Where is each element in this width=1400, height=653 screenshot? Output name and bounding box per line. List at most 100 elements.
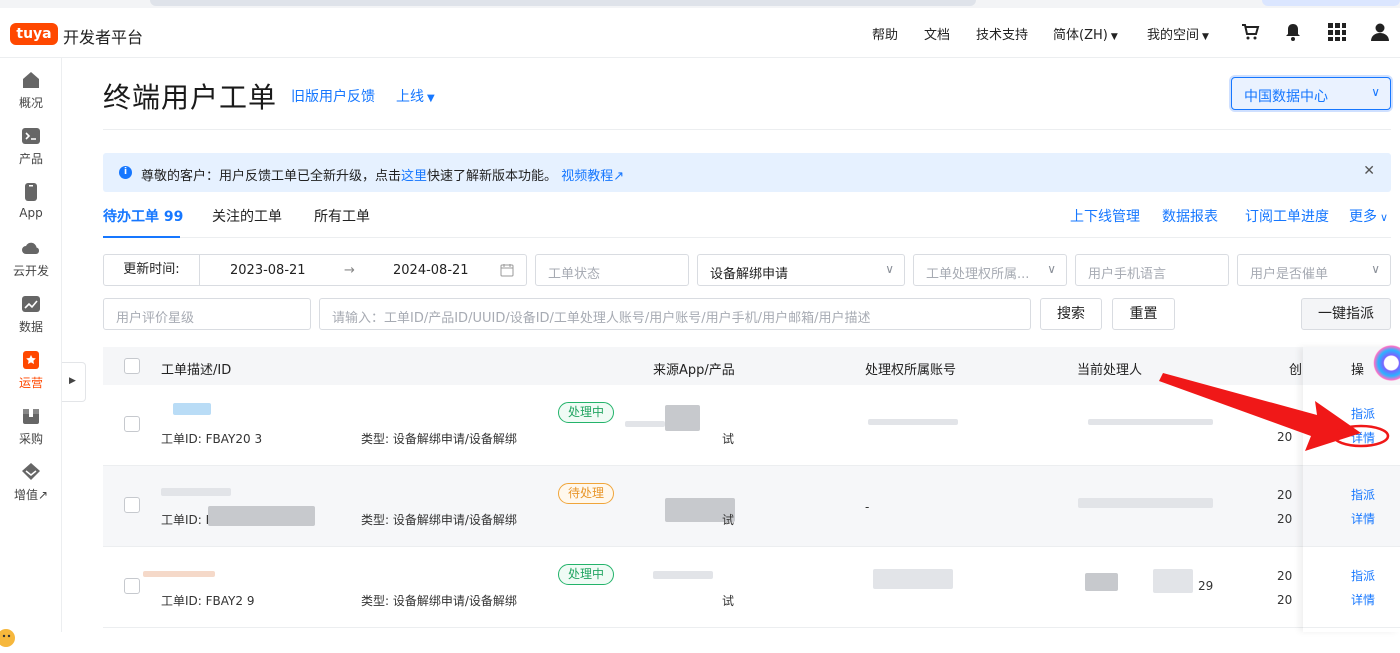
video-tutorial-link[interactable]: 视频教程↗: [561, 169, 624, 184]
annotation-arrow-icon: [1159, 373, 1390, 451]
bell-icon[interactable]: [1283, 22, 1303, 42]
rating-select[interactable]: 用户评价星级: [103, 298, 311, 330]
sidebar-item-data[interactable]: 数据: [0, 294, 62, 335]
sidebar-item-app[interactable]: App: [0, 182, 62, 220]
sidebar-item-value-added[interactable]: 增值↗: [0, 462, 62, 503]
caret-down-icon: ▼: [427, 93, 435, 104]
box-icon: [23, 409, 39, 424]
more-label: 更多: [1349, 209, 1377, 225]
update-time-range: 更新时间: 2023-08-21 → 2024-08-21: [103, 254, 527, 286]
phone-icon: [25, 183, 37, 201]
redacted-description: [173, 403, 211, 415]
apps-grid-icon[interactable]: [1327, 22, 1347, 42]
col-description: 工单描述/ID: [161, 363, 232, 378]
chevron-down-icon: ∨: [885, 262, 894, 276]
status-badge: 处理中: [558, 402, 615, 423]
top-bar: tuya 开发者平台 帮助 文档 技术支持 简体(ZH) ▼ 我的空间 ▼: [0, 0, 1400, 58]
redacted-ticket-id: [208, 506, 315, 526]
created-date: 20: [1277, 569, 1293, 583]
sidebar-item-label: 概况: [18, 96, 43, 110]
row-checkbox[interactable]: [124, 578, 140, 594]
urge-select[interactable]: 用户是否催单 ∨: [1237, 254, 1391, 286]
region-select[interactable]: 中国数据中心 ∨: [1231, 77, 1391, 110]
assign-link[interactable]: 指派: [1351, 486, 1375, 503]
redacted-owner: [873, 569, 953, 589]
ticket-type-select[interactable]: 设备解绑申请 ∨: [697, 254, 905, 286]
table-row[interactable]: 工单ID: FBAY2 9 类型: 设备解绑申请/设备解绑 处理中 试 29 2…: [103, 547, 1391, 628]
close-icon[interactable]: ✕: [1363, 163, 1375, 179]
sidebar-collapse-toggle[interactable]: ▶: [62, 362, 86, 402]
caret-down-icon: ▼: [1110, 32, 1118, 42]
end-date-input[interactable]: 2024-08-21: [393, 263, 469, 278]
chevron-down-icon: ∨: [1047, 262, 1056, 276]
cart-icon[interactable]: [1240, 22, 1260, 42]
legacy-feedback-link[interactable]: 旧版用户反馈: [291, 86, 375, 106]
subscribe-progress-link[interactable]: 订阅工单进度: [1245, 206, 1329, 226]
sidebar-item-label: App: [19, 206, 43, 220]
keyword-search-input[interactable]: 请输入：工单ID/产品ID/UUID/设备ID/工单处理人账号/用户账号/用户手…: [319, 298, 1031, 330]
notice-here-link[interactable]: 这里: [401, 169, 427, 184]
data-report-link[interactable]: 数据报表: [1162, 206, 1218, 226]
update-time-label: 更新时间:: [104, 255, 200, 285]
user-icon[interactable]: [1370, 22, 1390, 42]
sidebar-item-operations[interactable]: 运营: [0, 350, 62, 391]
tab-pending[interactable]: 待办工单 99: [103, 206, 183, 226]
phone-language-select[interactable]: 用户手机语言: [1075, 254, 1229, 286]
terminal-icon: [22, 128, 40, 144]
browser-tab-pill: [1262, 0, 1400, 6]
tab-following[interactable]: 关注的工单: [212, 206, 282, 226]
calendar-icon[interactable]: [500, 263, 514, 277]
detail-link[interactable]: 详情: [1351, 510, 1375, 527]
browser-strip: [0, 0, 1400, 8]
assistant-mascot-icon[interactable]: [0, 623, 20, 653]
created-date: 20: [1277, 488, 1293, 502]
nav-language[interactable]: 简体(ZH) ▼: [1053, 24, 1118, 43]
nav-support[interactable]: 技术支持: [976, 24, 1028, 43]
sidebar-item-purchase[interactable]: 采购: [0, 406, 62, 447]
brand-name[interactable]: 开发者平台: [63, 24, 143, 48]
row-checkbox[interactable]: [124, 497, 140, 513]
sidebar-item-label: 采购: [18, 432, 43, 446]
redacted-description: [161, 488, 231, 496]
ticket-type: 类型: 设备解绑申请/设备解绑: [361, 594, 517, 608]
start-date-input[interactable]: 2023-08-21: [230, 263, 306, 278]
status-select[interactable]: 工单状态: [535, 254, 689, 286]
ticket-id: 工单ID: FBAY2 9: [161, 594, 255, 608]
sidebar-item-cloud-dev[interactable]: 云开发: [0, 238, 62, 279]
created-time: 20: [1277, 593, 1293, 607]
urge-select-placeholder: 用户是否催单: [1250, 267, 1329, 282]
sidebar-item-label: 数据: [18, 320, 43, 334]
sidebar-item-label: 运营: [18, 376, 43, 390]
nav-my-space[interactable]: 我的空间 ▼: [1147, 24, 1209, 43]
tuya-logo[interactable]: tuya: [10, 23, 58, 45]
redacted-handler: [1085, 573, 1118, 591]
more-dropdown[interactable]: 更多 ∨: [1349, 206, 1388, 226]
ticket-id: 工单ID: F: [161, 513, 213, 527]
chevron-down-icon: ∨: [1371, 85, 1380, 99]
browser-address-pill: [150, 0, 976, 6]
ticket-id: 工单ID: FBAY20 3: [161, 432, 263, 446]
chart-icon: [22, 296, 40, 312]
go-live-dropdown[interactable]: 上线 ▼: [396, 86, 435, 106]
keyword-search-placeholder: 请输入：工单ID/产品ID/UUID/设备ID/工单处理人账号/用户账号/用户手…: [332, 311, 871, 326]
nav-docs[interactable]: 文档: [924, 24, 950, 43]
online-offline-management-link[interactable]: 上下线管理: [1070, 206, 1140, 226]
reset-button[interactable]: 重置: [1112, 298, 1175, 330]
select-all-checkbox[interactable]: [124, 358, 140, 374]
redacted-source: [653, 571, 713, 579]
nav-help[interactable]: 帮助: [872, 24, 898, 43]
source-product: 试: [722, 594, 735, 608]
nav-my-space-label: 我的空间: [1147, 28, 1200, 43]
sidebar-item-product[interactable]: 产品: [0, 126, 62, 167]
redacted-source: [665, 405, 700, 431]
assign-all-button[interactable]: 一键指派: [1301, 298, 1391, 330]
tab-all[interactable]: 所有工单: [314, 206, 370, 226]
sidebar-item-overview[interactable]: 概况: [0, 70, 62, 111]
assign-link[interactable]: 指派: [1351, 567, 1375, 584]
col-owner-account: 处理权所属账号: [865, 363, 957, 378]
created-time: 20: [1277, 512, 1293, 526]
detail-link[interactable]: 详情: [1351, 591, 1375, 608]
owner-account-select[interactable]: 工单处理权所属... ∨: [913, 254, 1067, 286]
row-checkbox[interactable]: [124, 416, 140, 432]
search-button[interactable]: 搜索: [1040, 298, 1102, 330]
